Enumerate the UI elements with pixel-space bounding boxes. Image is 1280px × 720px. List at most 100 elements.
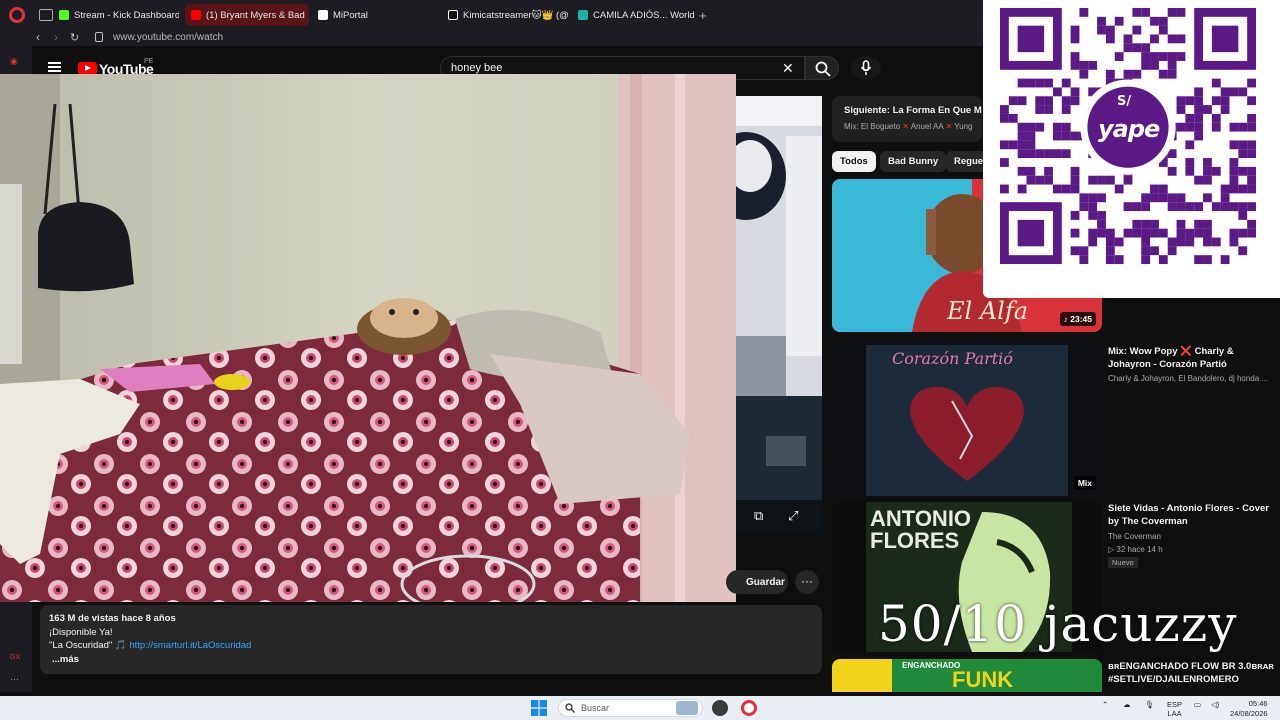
tab-label: MiPortal [333, 9, 368, 21]
thumbnail-title: ENGANCHADO [902, 661, 961, 670]
cross-icon: ✕ [945, 122, 953, 131]
new-tab-icon[interactable]: + [699, 8, 707, 23]
tab-tiktok[interactable]: Kimicatstreamer🐱👑 (@ [442, 4, 568, 26]
windows-start-icon[interactable] [531, 700, 547, 716]
view-count: 163 M de vistas hace 8 años [49, 613, 176, 624]
video-title[interactable]: Mix: Wow Popy ❌ Charly & Johayron - Cora… [1108, 345, 1274, 371]
mix-playlist-panel[interactable]: Siguiente: La Forma En Que Me M Mix: El … [832, 96, 982, 142]
voice-search-button[interactable] [851, 56, 881, 80]
video-title[interactable]: ʙʀENGANCHADO FLOW BR 3.0ʙʀᴀʀ #SETLIVE/DJ… [1108, 660, 1274, 686]
description-line-link: "La Oscuridad" 🎵 http://smarturl.it/LaOs… [49, 639, 813, 653]
tab-label: (1) Bryant Myers & Bad [206, 9, 305, 21]
chip-reggaeton[interactable]: Regue [946, 151, 986, 172]
thumbnail-title: Corazón Partió [892, 349, 1013, 368]
screen: Stream - Kick Dashboard (1) Bryant Myers… [0, 0, 1280, 720]
cross-icon: ✕ [902, 122, 909, 131]
menu-icon[interactable] [48, 62, 61, 72]
new-badge: Nuevo [1108, 557, 1138, 568]
svg-text:FUNK: FUNK [952, 667, 1013, 692]
duration-badge: ♪ 23:45 [1059, 312, 1096, 326]
search-highlight-icon[interactable] [676, 701, 698, 715]
tab-youtube[interactable]: (1) Bryant Myers & Bad [185, 4, 309, 26]
app-icon[interactable] [712, 700, 728, 716]
taskbar-search-label: Buscar [581, 703, 610, 713]
webcam-feed [0, 74, 736, 602]
language-indicator[interactable]: ESP LAA [1167, 700, 1182, 718]
country-code: PE [144, 58, 154, 65]
video-description[interactable]: 163 M de vistas hace 8 años ¡Disponible … [40, 605, 822, 674]
reload-icon[interactable]: ↻ [70, 31, 79, 44]
description-link[interactable]: http://smarturl.it/LaOscuridad [129, 640, 251, 651]
video-player[interactable] [736, 96, 822, 534]
sidebar-more-icon[interactable]: ··· [10, 674, 19, 684]
search-button[interactable] [805, 56, 839, 80]
tab-camila[interactable]: CAMILA ADIÓS... World To [572, 4, 696, 26]
keyboard-layout: LAA [1167, 709, 1182, 718]
save-button[interactable]: Guardar [726, 570, 788, 594]
volume-icon[interactable]: ◁) [1211, 700, 1219, 709]
thumbnail-image: FUNK [832, 659, 1102, 692]
tab-miportal[interactable]: MiPortal [312, 4, 438, 26]
tray-app-icon[interactable]: ☁ [1123, 700, 1131, 709]
yape-logo-text: yape [1098, 115, 1160, 143]
forward-icon[interactable]: › [54, 30, 58, 44]
chip-bad-bunny[interactable]: Bad Bunny [880, 151, 947, 172]
language-code: ESP [1167, 700, 1183, 709]
video-stats: ▷ 32 hace 14 h [1108, 545, 1163, 554]
tab-label: CAMILA ADIÓS... World To [593, 9, 696, 21]
player-controls [736, 500, 822, 534]
mix-artist: Yung [954, 122, 973, 131]
site-icon [578, 10, 588, 20]
video-thumbnail[interactable]: FUNK ENGANCHADO [832, 659, 1102, 692]
video-frame [736, 96, 822, 534]
svg-text:El Alfa: El Alfa [946, 297, 1028, 325]
chip-todos[interactable]: Todos [832, 151, 876, 172]
youtube-icon [191, 10, 201, 20]
portal-icon [318, 10, 328, 20]
clock-date: 24/08/2026 [1230, 708, 1268, 718]
mix-artist: Anuel AA [910, 122, 944, 131]
fullscreen-icon[interactable]: ⤢ [788, 508, 798, 524]
stream-goal-text: 50/10 jacuzzy [878, 595, 1238, 653]
save-label: Guardar [746, 577, 785, 588]
taskbar-clock[interactable]: 05:46 24/08/2026 [1230, 699, 1268, 718]
tab-label: Kimicatstreamer🐱👑 (@ [463, 9, 568, 21]
search-query[interactable]: honey bee [451, 62, 502, 74]
thumbnail-title: ANTONIO FLORES [870, 506, 972, 553]
tab-kick-dashboard[interactable]: Stream - Kick Dashboard [53, 4, 179, 26]
microphone-icon [860, 60, 872, 75]
opera-gx-taskbar-icon[interactable] [741, 700, 757, 716]
description-text: "La Oscuridad" 🎵 [49, 640, 127, 651]
video-thumbnail[interactable]: Corazón Partió Mix [832, 341, 1102, 496]
mix-artist: Mix: El Bogueto [844, 122, 901, 131]
taskbar-search-icon [565, 703, 575, 713]
workspaces-icon[interactable] [39, 9, 53, 21]
video-channel[interactable]: The Coverman [1108, 530, 1274, 543]
show-more-button[interactable]: ...más [52, 654, 79, 665]
miniplayer-icon[interactable]: ⧉ [754, 508, 763, 524]
video-title[interactable]: Siete Vidas - Antonio Flores - Cover by … [1108, 502, 1274, 528]
bedroom-scene-image [0, 74, 736, 602]
url-text[interactable]: www.youtube.com/watch [113, 32, 223, 43]
lock-icon [95, 32, 103, 42]
mix-badge: Mix [1073, 476, 1096, 490]
kick-icon [59, 10, 69, 20]
more-actions-button[interactable]: ··· [795, 570, 819, 594]
tab-label: Stream - Kick Dashboard [74, 9, 179, 21]
next-label: Siguiente: [844, 105, 890, 116]
sidebar-icon-top[interactable]: ◉ [10, 56, 18, 67]
search-icon [815, 61, 831, 77]
sidebar-icon-gx[interactable]: GX [10, 654, 20, 661]
video-channel[interactable]: Charly & Johayron, El Bandolero, dj hond… [1108, 372, 1274, 385]
opera-logo-icon[interactable] [9, 7, 25, 23]
next-title: La Forma En Que Me M [892, 105, 982, 116]
clear-search-icon[interactable]: ✕ [782, 60, 794, 77]
tray-mic-icon[interactable]: 🎙 [1145, 700, 1155, 709]
network-icon[interactable]: ▭ [1194, 700, 1201, 709]
tiktok-icon [448, 10, 458, 20]
description-line: ¡Disponible Ya! [49, 626, 113, 638]
tray-chevron-icon[interactable]: ⌃ [1102, 700, 1108, 709]
clock-time: 05:46 [1248, 699, 1268, 708]
back-icon[interactable]: ‹ [36, 30, 40, 44]
yape-currency-label: S/ [1117, 94, 1132, 109]
